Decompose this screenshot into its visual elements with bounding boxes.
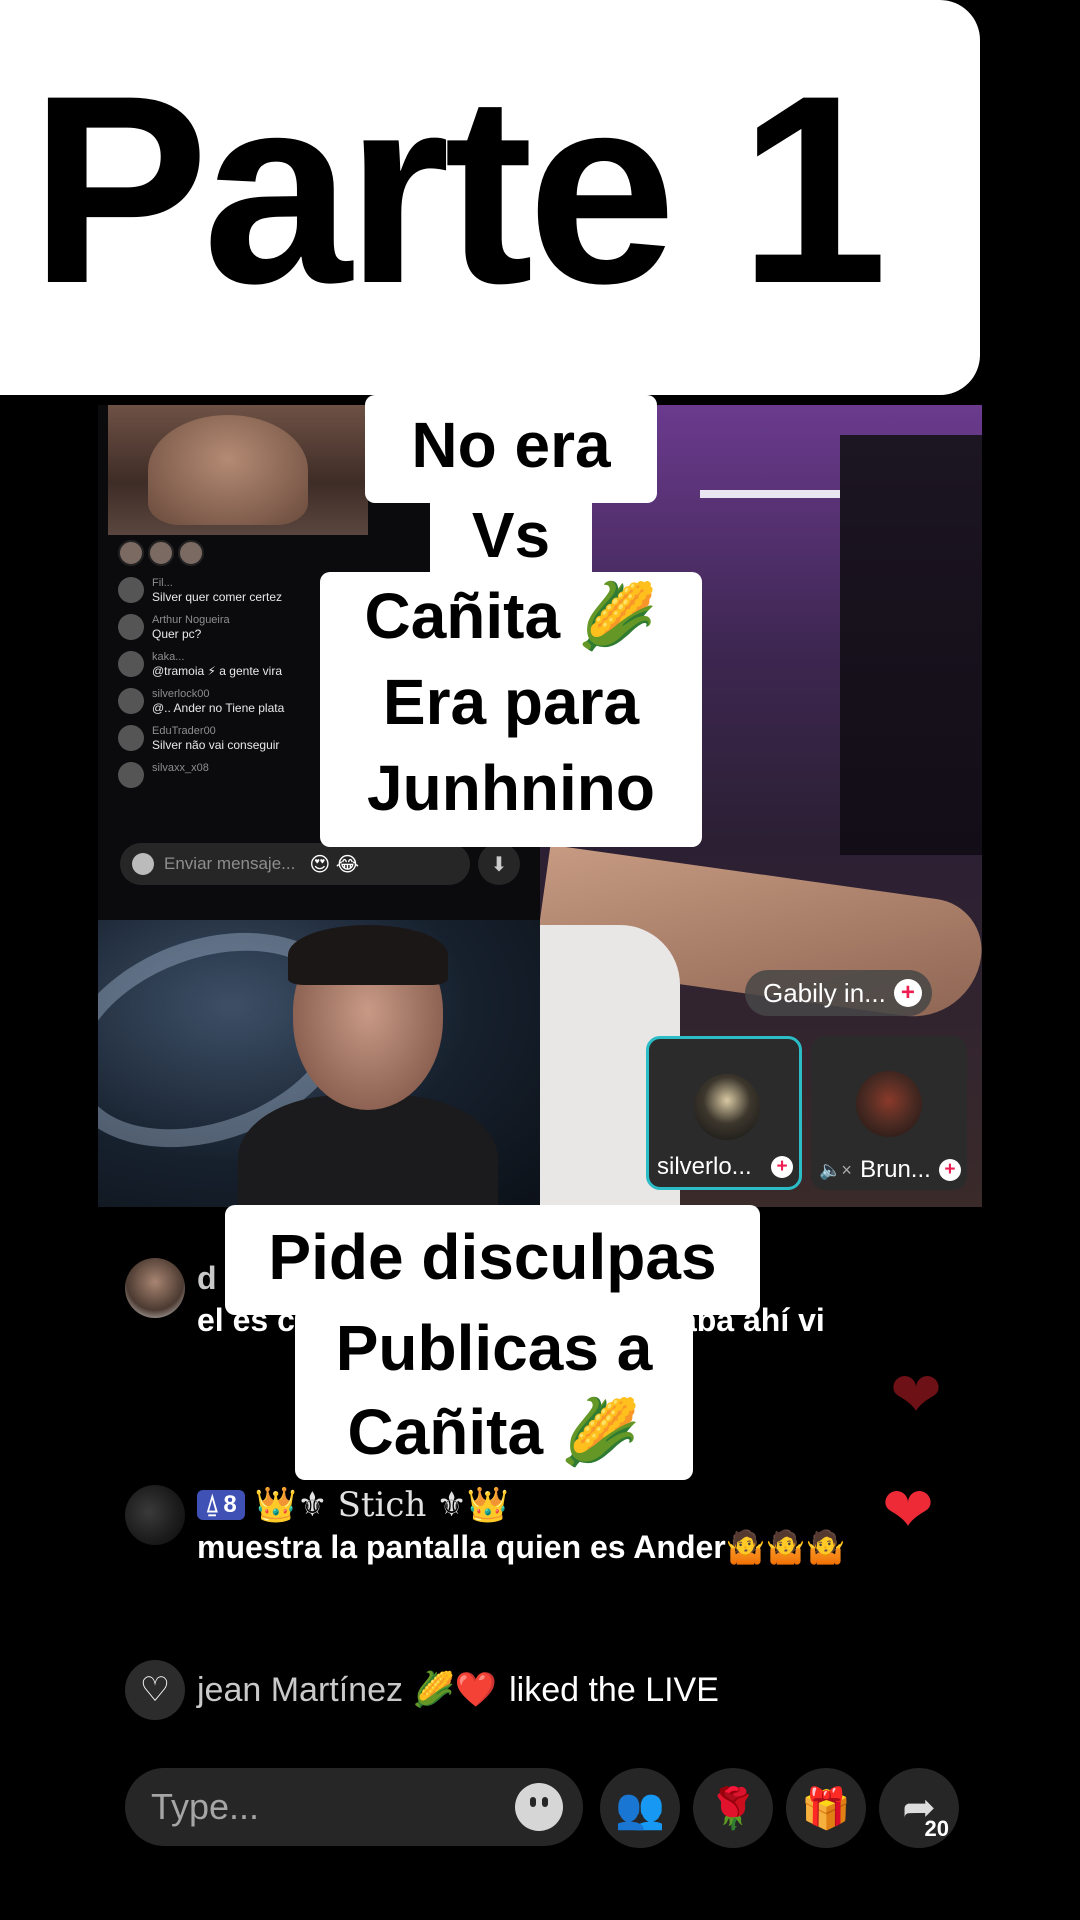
- caption-line: Vs: [471, 499, 551, 571]
- caption-block: Publicas a Cañita 🌽: [295, 1308, 693, 1480]
- host-camera-panel: [98, 920, 540, 1207]
- viewer-avatar: [118, 540, 144, 566]
- name-decoration: 👑⚜: [254, 1485, 328, 1525]
- emoji-icons: 😍 😂: [309, 853, 360, 876]
- caption-line: Cañita 🌽: [364, 580, 658, 652]
- avatar: [118, 762, 144, 788]
- chat-user: silvaxx_x08: [152, 762, 209, 774]
- muted-speaker-icon: 🔈×: [819, 1159, 852, 1180]
- guest-tag-label: Gabily in...: [763, 977, 886, 1008]
- viewer-avatar: [178, 540, 204, 566]
- avatar: [856, 1071, 922, 1137]
- name-decoration: ⚜👑: [436, 1485, 510, 1525]
- comment-username: d: [197, 1259, 217, 1296]
- gift-icon: 🎁: [801, 1786, 851, 1831]
- follow-plus-icon[interactable]: +: [938, 1159, 961, 1181]
- heart-outline-icon: ♡: [125, 1660, 185, 1720]
- host-hair: [288, 925, 448, 985]
- embedded-input-placeholder: Enviar mensaje...: [164, 854, 296, 873]
- viewer-avatar: [148, 540, 174, 566]
- people-icon: 👥: [615, 1786, 665, 1831]
- comment-text: muestra la pantalla quien es Ander🤷🤷🤷: [197, 1529, 846, 1565]
- caption-line: Cañita 🌽: [347, 1396, 641, 1468]
- title-banner: Parte 1: [0, 0, 980, 395]
- like-text: liked the LIVE: [509, 1670, 719, 1709]
- avatar: [118, 577, 144, 603]
- cabinet: [840, 435, 982, 855]
- comment-input-placeholder: Type...: [151, 1786, 260, 1827]
- avatar: [118, 614, 144, 640]
- title-text: Parte 1: [30, 39, 888, 339]
- badge-level: 8: [223, 1491, 237, 1518]
- comment-item: ⍙ 8 👑⚜ Stich ⚜👑 muestra la pantalla quien…: [125, 1485, 977, 1569]
- guest-card-label: Brun...: [860, 1156, 931, 1183]
- host-figure: [238, 925, 498, 1207]
- chat-user: Fil...: [152, 577, 173, 589]
- host-shirt: [238, 1095, 498, 1207]
- embedded-message-input: Enviar mensaje... 😍 😂: [120, 843, 470, 885]
- guest-card-label-row: silverlo... +: [657, 1153, 793, 1181]
- caption-line: No era: [411, 409, 611, 481]
- chat-user: EduTrader00: [152, 725, 216, 737]
- camera-icon: [132, 853, 154, 875]
- download-icon: ⬇: [478, 843, 520, 885]
- chat-message: @tramoia ⚡ a gente vira: [152, 664, 282, 678]
- guest-card-label-row: 🔈× Brun... +: [819, 1156, 961, 1184]
- caption-line-box: Vs: [430, 495, 592, 575]
- caption-line: Junhnino: [367, 752, 655, 824]
- gift-button[interactable]: 🎁: [786, 1768, 866, 1848]
- heart-icon: ❤: [890, 1361, 942, 1430]
- share-button[interactable]: ➦ 20: [879, 1768, 959, 1848]
- like-event: ♡ jean Martínez 🌽❤️ liked the LIVE: [125, 1660, 719, 1720]
- caption-line-box: Pide disculpas: [225, 1205, 760, 1315]
- avatar: [125, 1485, 185, 1545]
- guest-card-brun[interactable]: 🔈× Brun... +: [811, 1036, 967, 1190]
- rose-icon: 🌹: [708, 1786, 758, 1831]
- chat-message: Quer pc?: [152, 627, 202, 641]
- caption-line: Era para: [382, 666, 640, 738]
- caption-line: Publicas a: [335, 1312, 653, 1384]
- share-count: 20: [924, 1816, 949, 1841]
- caption-line: Pide disculpas: [268, 1221, 717, 1293]
- viewer-avatars: [118, 540, 204, 566]
- rose-gift-button[interactable]: 🌹: [693, 1768, 773, 1848]
- comment-input[interactable]: Type...: [125, 1768, 583, 1846]
- caption-block: Cañita 🌽 Era para Junhnino: [320, 572, 702, 847]
- badge-icon: ⍙: [205, 1491, 220, 1518]
- follow-plus-icon[interactable]: +: [893, 979, 922, 1007]
- chat-user: kaka...: [152, 651, 185, 663]
- chat-user: silverlock00: [152, 688, 210, 700]
- emoji-face-icon[interactable]: [515, 1783, 563, 1831]
- avatar: [125, 1258, 185, 1318]
- follow-plus-icon[interactable]: +: [771, 1156, 793, 1178]
- inset-figure: [148, 415, 308, 525]
- screen-share-video-inset: [108, 405, 368, 535]
- chat-message: @.. Ander no Tiene plata: [152, 701, 285, 715]
- avatar: [118, 651, 144, 677]
- comment-username: Stich: [337, 1485, 427, 1525]
- guest-card-silverlo[interactable]: silverlo... +: [646, 1036, 802, 1190]
- avatar: [694, 1074, 760, 1140]
- guest-name-tag[interactable]: Gabily in... +: [745, 970, 932, 1016]
- chat-message: Silver não vai conseguir: [152, 738, 280, 752]
- multi-guest-button[interactable]: 👥: [600, 1768, 680, 1848]
- level-badge: ⍙ 8: [197, 1490, 245, 1520]
- heart-icon: ❤: [882, 1476, 934, 1545]
- chat-user: Arthur Nogueira: [152, 614, 230, 626]
- guest-card-label: silverlo...: [657, 1153, 752, 1180]
- like-username: jean Martínez 🌽❤️: [197, 1671, 498, 1709]
- chat-message: Silver quer comer certez: [152, 590, 283, 604]
- avatar: [118, 688, 144, 714]
- avatar: [118, 725, 144, 751]
- caption-line-box: No era: [365, 395, 657, 503]
